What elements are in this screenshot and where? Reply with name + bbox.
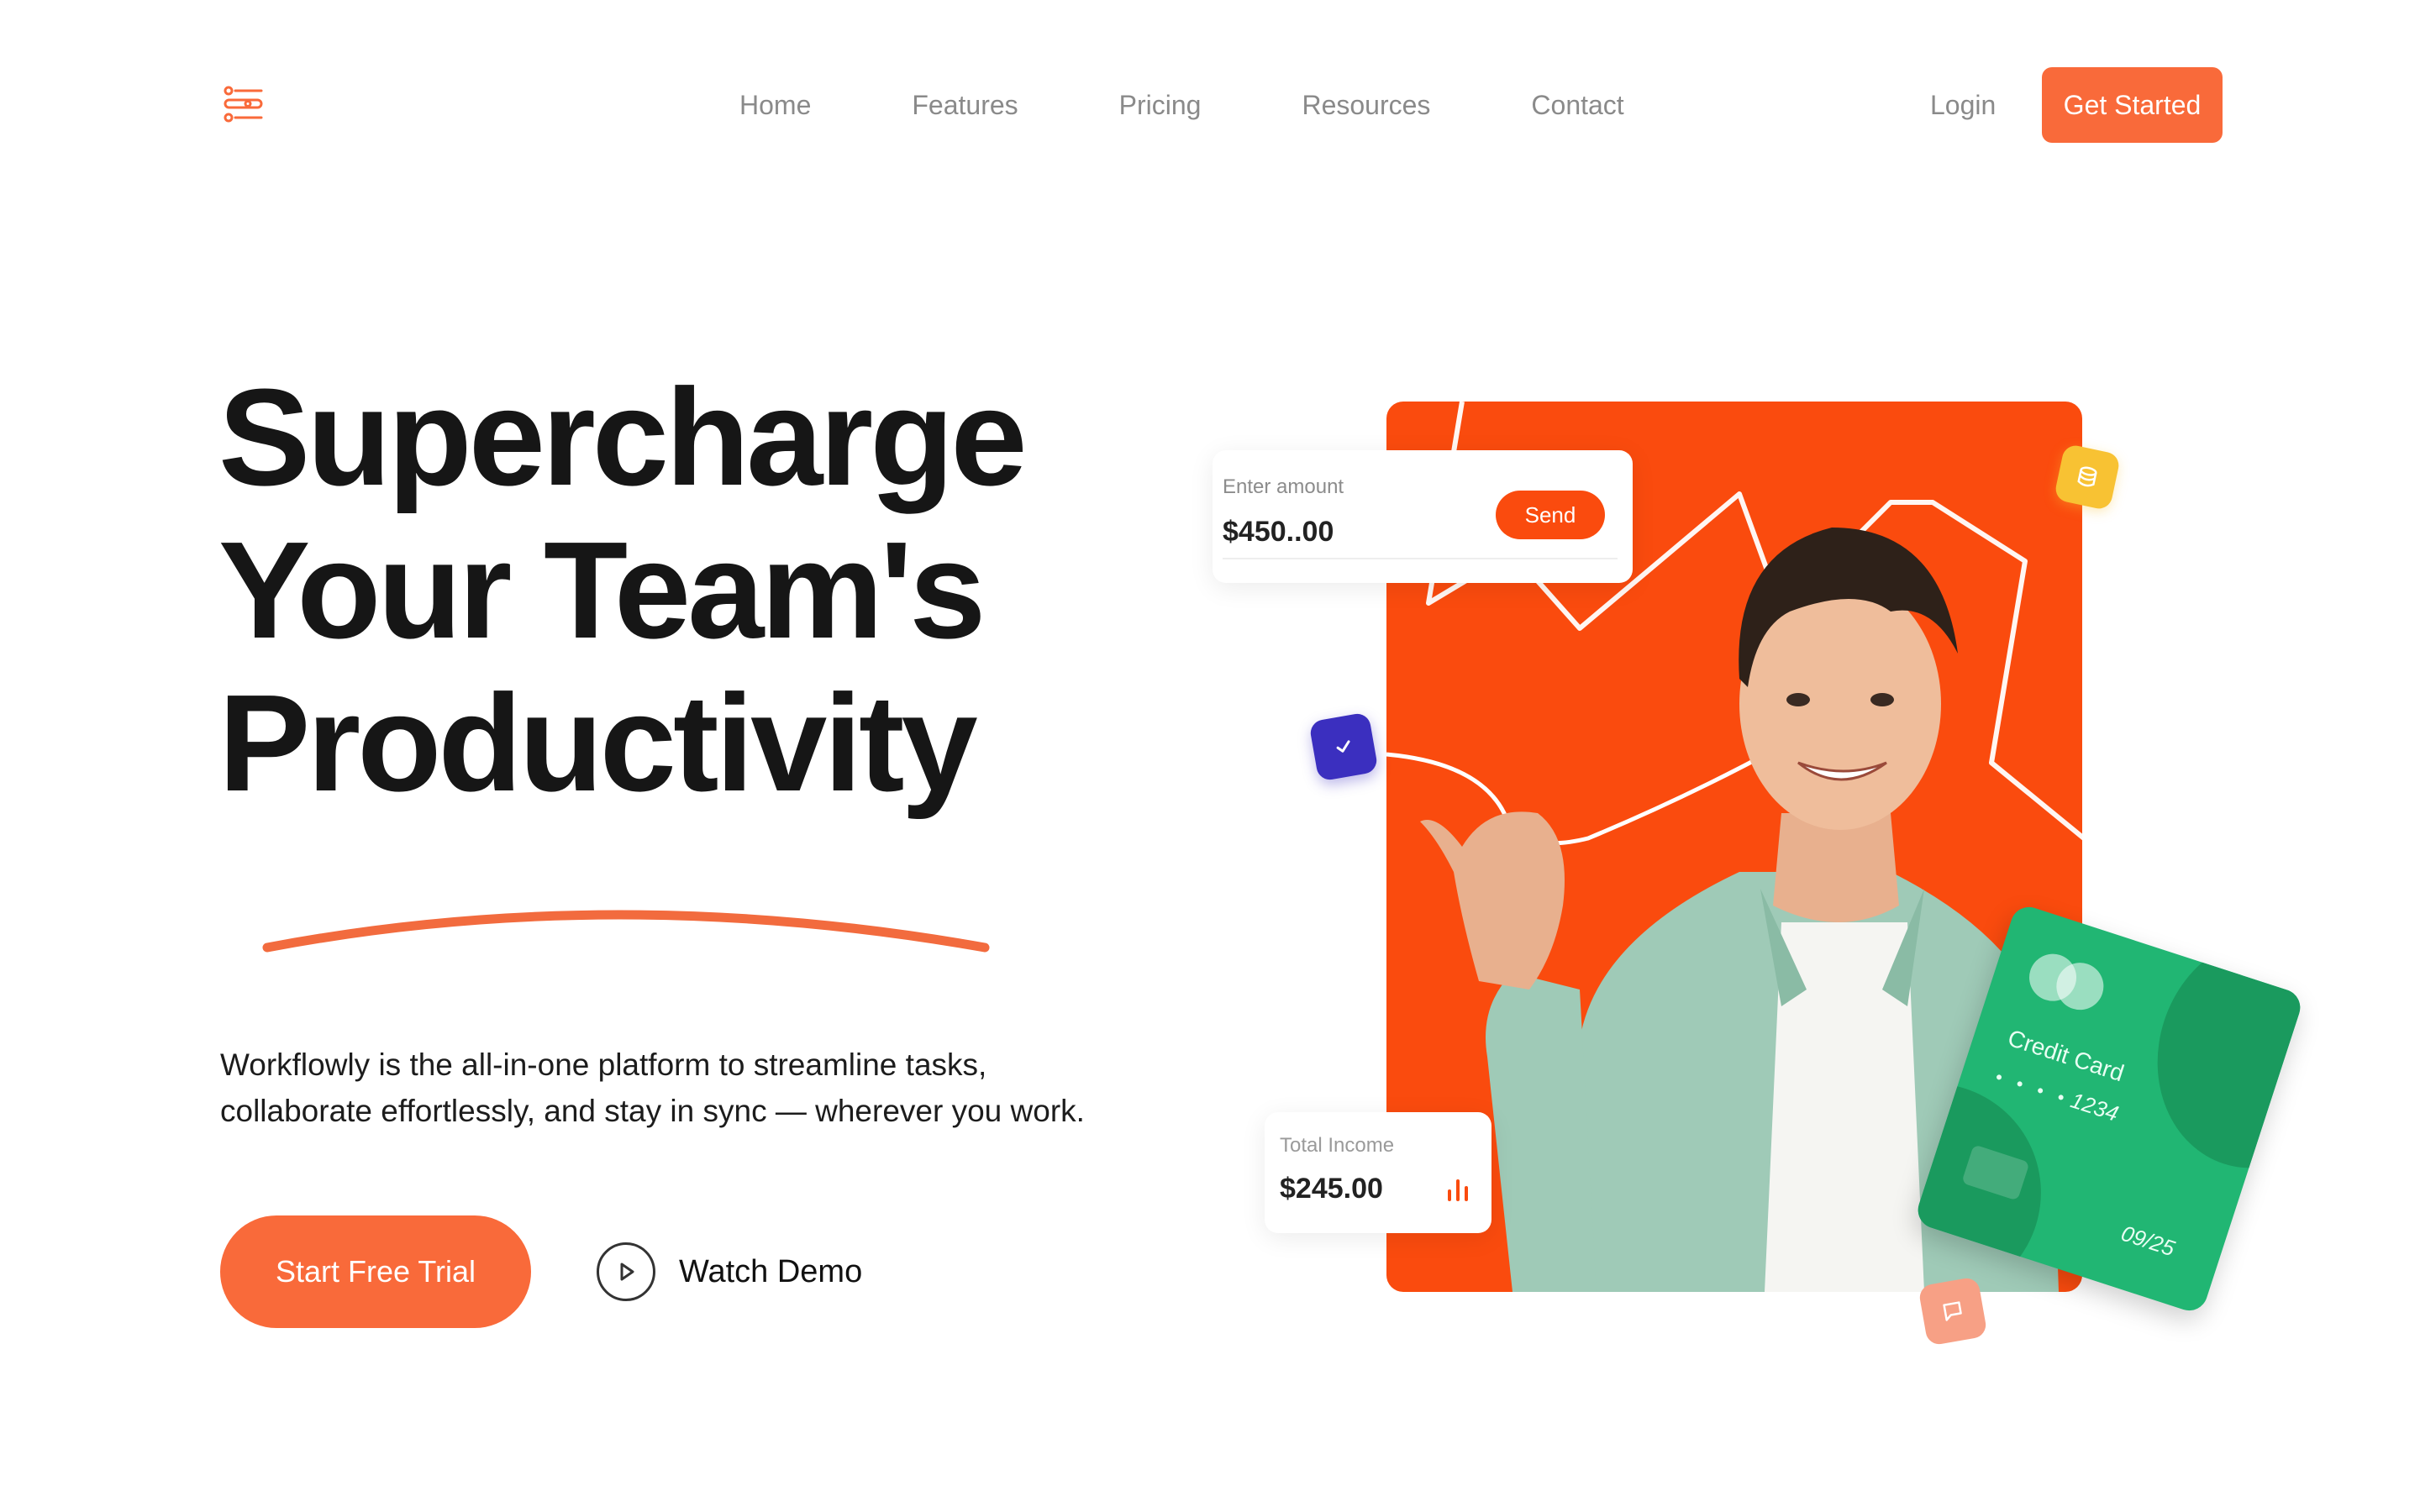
send-button[interactable]: Send	[1496, 491, 1605, 539]
nav-link-resources[interactable]: Resources	[1302, 90, 1430, 121]
amount-value[interactable]: $450..00	[1223, 516, 1334, 549]
check-icon	[1308, 711, 1379, 782]
get-started-button[interactable]: Get Started	[2042, 67, 2223, 143]
card-expiry: 09/25	[2118, 1220, 2178, 1262]
nav-links: Home Features Pricing Resources Contact	[739, 67, 1624, 143]
card-number: 1234	[2067, 1087, 2122, 1126]
coins-icon	[2053, 443, 2122, 512]
nav-link-pricing[interactable]: Pricing	[1119, 90, 1202, 121]
underline-curve	[262, 910, 990, 953]
hero-title-line: Productivity	[218, 666, 978, 820]
amount-label: Enter amount	[1223, 475, 1344, 498]
income-value: $245.00	[1280, 1173, 1383, 1205]
hero-description: Workflowly is the all-in-one platform to…	[220, 1042, 1228, 1134]
hero-title-line: Supercharge	[218, 360, 1028, 514]
hero-title-line: Your Team's	[218, 513, 986, 667]
nav-link-home[interactable]: Home	[739, 90, 811, 121]
card-shape	[2128, 908, 2305, 1195]
login-link[interactable]: Login	[1930, 67, 1996, 143]
hero-description-line: Workflowly is the all-in-one platform to…	[220, 1047, 987, 1082]
watch-demo-button[interactable]: Watch Demo	[597, 1242, 862, 1301]
hero-description-line: collaborate effortlessly, and stay in sy…	[220, 1094, 1085, 1128]
start-free-trial-button[interactable]: Start Free Trial	[220, 1215, 531, 1328]
bar-chart-icon	[1448, 1179, 1468, 1201]
nav-link-features[interactable]: Features	[912, 90, 1018, 121]
amount-card: Enter amount $450..00 Send	[1213, 450, 1633, 583]
message-icon	[1918, 1276, 1988, 1347]
income-card: Total Income $245.00	[1265, 1112, 1491, 1233]
watch-demo-label: Watch Demo	[679, 1253, 863, 1289]
play-icon	[597, 1242, 655, 1301]
card-dots: • • • •	[1992, 1066, 2073, 1110]
hero-title: Supercharge Your Team's Productivity	[218, 361, 1227, 820]
nav-link-contact[interactable]: Contact	[1531, 90, 1623, 121]
income-label: Total Income	[1280, 1134, 1395, 1157]
top-nav: Home Features Pricing Resources Contact …	[0, 67, 2420, 143]
amount-divider	[1223, 558, 1618, 559]
